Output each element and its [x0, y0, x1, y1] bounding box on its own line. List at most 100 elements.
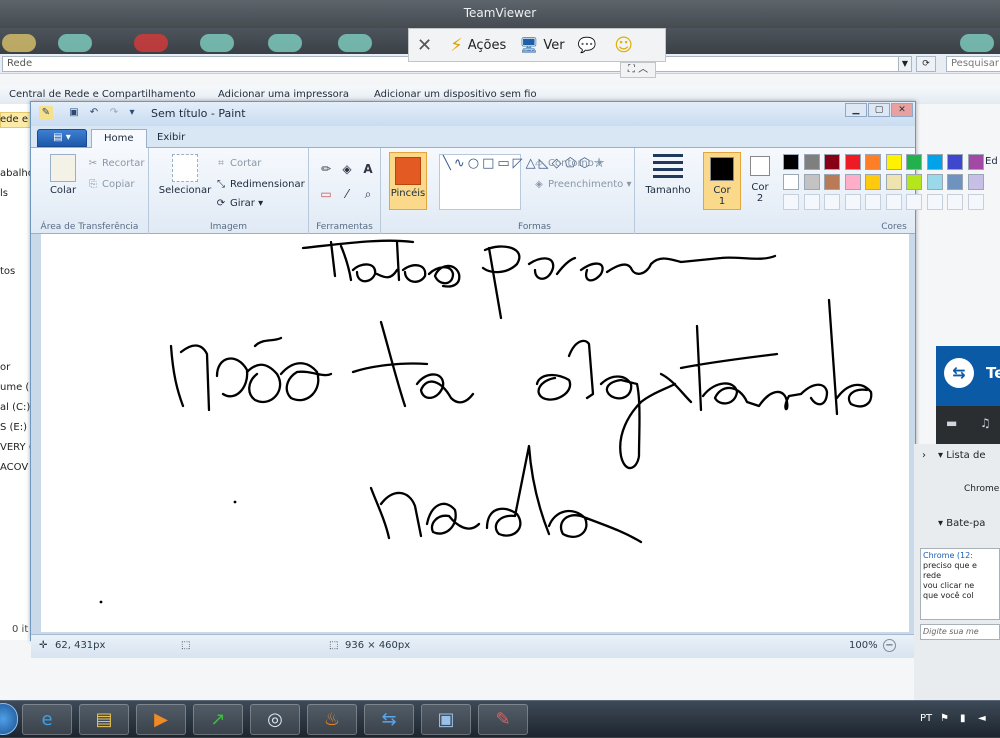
nav-item[interactable]: VERY (: [0, 442, 31, 453]
custom-color-slot[interactable]: [783, 194, 799, 210]
collapse-arrow-icon[interactable]: ›: [922, 450, 926, 461]
paint-app-icon[interactable]: ✎: [39, 106, 53, 120]
copy-button[interactable]: ⎘ Copiar: [87, 179, 134, 190]
close-session-button[interactable]: ✕: [417, 35, 437, 56]
maximize-button[interactable]: ▢: [868, 103, 890, 117]
network-app-icon[interactable]: ◎: [250, 704, 300, 735]
paste-button[interactable]: Colar: [41, 154, 85, 196]
actions-menu[interactable]: ⚡ Ações: [450, 35, 506, 56]
nav-item[interactable]: ume (B: [0, 382, 31, 393]
partner-item[interactable]: Chrome: [964, 484, 999, 494]
palette-swatch[interactable]: [926, 154, 943, 170]
tray-network-icon[interactable]: ▮: [960, 713, 966, 724]
custom-color-slot[interactable]: [947, 194, 963, 210]
emoji-button[interactable]: ☺: [614, 35, 638, 56]
magnifier-icon[interactable]: ⌕: [359, 185, 377, 203]
palette-swatch[interactable]: [885, 174, 902, 190]
text-tool-icon[interactable]: A: [359, 160, 377, 178]
tray-flag-icon[interactable]: ⚑: [940, 713, 949, 724]
palette-swatch[interactable]: [967, 154, 984, 170]
palette-swatch[interactable]: [844, 174, 861, 190]
file-explorer-icon[interactable]: ▤: [79, 704, 129, 735]
cut-button[interactable]: ✂ Recortar: [87, 158, 145, 169]
media-player-icon[interactable]: ▶: [136, 704, 186, 735]
palette-swatch[interactable]: [824, 174, 840, 190]
cmd-add-printer[interactable]: Adicionar uma impressora: [218, 89, 349, 100]
view-menu[interactable]: 🖥 Ver: [519, 36, 564, 54]
color-picker-icon[interactable]: ⁄: [338, 185, 356, 203]
refresh-icon[interactable]: ⟳: [916, 56, 936, 72]
shapes-gallery[interactable]: ╲∿○□▭◸△◺◇⬠⬡☆: [439, 154, 605, 210]
fill-button[interactable]: ◈ Preenchimento ▾: [533, 179, 631, 190]
nav-item[interactable]: ede e c: [0, 114, 31, 125]
custom-color-slot[interactable]: [926, 194, 943, 210]
custom-color-slot[interactable]: [885, 194, 902, 210]
palette-swatch[interactable]: [803, 154, 820, 170]
palette-swatch[interactable]: [865, 174, 881, 190]
remote-app-icon[interactable]: ▣: [421, 704, 471, 735]
crop-button[interactable]: ⌗ Cortar: [215, 158, 261, 169]
camera-icon[interactable]: ▬: [946, 416, 957, 430]
size-button[interactable]: Tamanho: [643, 154, 693, 196]
chat-button[interactable]: 💬: [578, 36, 602, 54]
palette-swatch[interactable]: [783, 174, 799, 190]
palette-swatch[interactable]: [947, 154, 963, 170]
chevron-down-icon[interactable]: ▼: [898, 56, 912, 72]
flame-app-icon[interactable]: ♨: [307, 704, 357, 735]
nav-item[interactable]: or: [0, 362, 10, 373]
palette-swatch[interactable]: [947, 174, 963, 190]
palette-swatch[interactable]: [906, 174, 922, 190]
nav-item[interactable]: ls: [0, 188, 8, 199]
chat-header[interactable]: ▾ Bate-pa: [938, 518, 985, 529]
palette-swatch[interactable]: [885, 154, 902, 170]
select-button[interactable]: Selecionar: [155, 154, 215, 196]
cmd-network-center[interactable]: Central de Rede e Compartilhamento: [9, 89, 196, 100]
fill-icon[interactable]: ◈: [338, 160, 356, 178]
partner-list-header[interactable]: ▾ Lista de: [938, 450, 986, 461]
minimize-button[interactable]: ▁: [845, 103, 867, 117]
custom-color-slot[interactable]: [803, 194, 820, 210]
palette-swatch[interactable]: [803, 174, 820, 190]
zoom-out-button[interactable]: −: [883, 639, 896, 652]
palette-swatch[interactable]: [783, 154, 799, 170]
redo-icon[interactable]: ↷: [107, 106, 121, 120]
paint-app-icon[interactable]: ✎: [478, 704, 528, 735]
nav-item[interactable]: ACOV: [0, 462, 28, 473]
custom-color-slot[interactable]: [824, 194, 840, 210]
color1-button[interactable]: Cor 1: [703, 152, 741, 210]
teamviewer-app-icon[interactable]: ⇆: [364, 704, 414, 735]
save-icon[interactable]: ▣: [67, 106, 81, 120]
custom-color-slot[interactable]: [844, 194, 861, 210]
nav-item[interactable]: al (C:): [0, 402, 30, 413]
file-menu-button[interactable]: ▤ ▾: [37, 129, 87, 147]
close-button[interactable]: ✕: [891, 103, 913, 117]
palette-swatch[interactable]: [844, 154, 861, 170]
nav-item[interactable]: S (E:): [0, 422, 27, 433]
cmd-add-wireless[interactable]: Adicionar um dispositivo sem fio: [374, 89, 537, 100]
palette-swatch[interactable]: [865, 154, 881, 170]
edit-colors-button[interactable]: Ed co: [985, 156, 1000, 167]
palette-swatch[interactable]: [967, 174, 984, 190]
color2-button[interactable]: Cor 2: [743, 156, 777, 204]
custom-color-slot[interactable]: [967, 194, 984, 210]
pencil-icon[interactable]: ✏: [317, 160, 335, 178]
tab-view[interactable]: Exibir: [145, 129, 197, 148]
language-indicator[interactable]: PT: [920, 713, 932, 724]
chat-input[interactable]: Digite sua me: [920, 624, 1000, 640]
undo-icon[interactable]: ↶: [87, 106, 101, 120]
rotate-button[interactable]: ⟳ Girar ▾: [215, 198, 263, 209]
outline-button[interactable]: ▱ Contorno ▾: [533, 158, 602, 169]
headset-icon[interactable]: ♫: [980, 416, 991, 430]
nav-item[interactable]: abalho: [0, 168, 31, 179]
drawing-canvas[interactable]: [41, 234, 909, 632]
stocks-app-icon[interactable]: ↗: [193, 704, 243, 735]
search-input[interactable]: Pesquisar: [946, 56, 1000, 72]
palette-swatch[interactable]: [906, 154, 922, 170]
brushes-button[interactable]: Pincéis: [389, 152, 427, 210]
tray-volume-icon[interactable]: ◄: [978, 713, 986, 724]
custom-color-slot[interactable]: [906, 194, 922, 210]
custom-color-slot[interactable]: [865, 194, 881, 210]
toolbar-fullscreen-collapse[interactable]: ⛶ ︿: [620, 62, 656, 78]
tab-home[interactable]: Home: [91, 129, 147, 148]
palette-swatch[interactable]: [926, 174, 943, 190]
